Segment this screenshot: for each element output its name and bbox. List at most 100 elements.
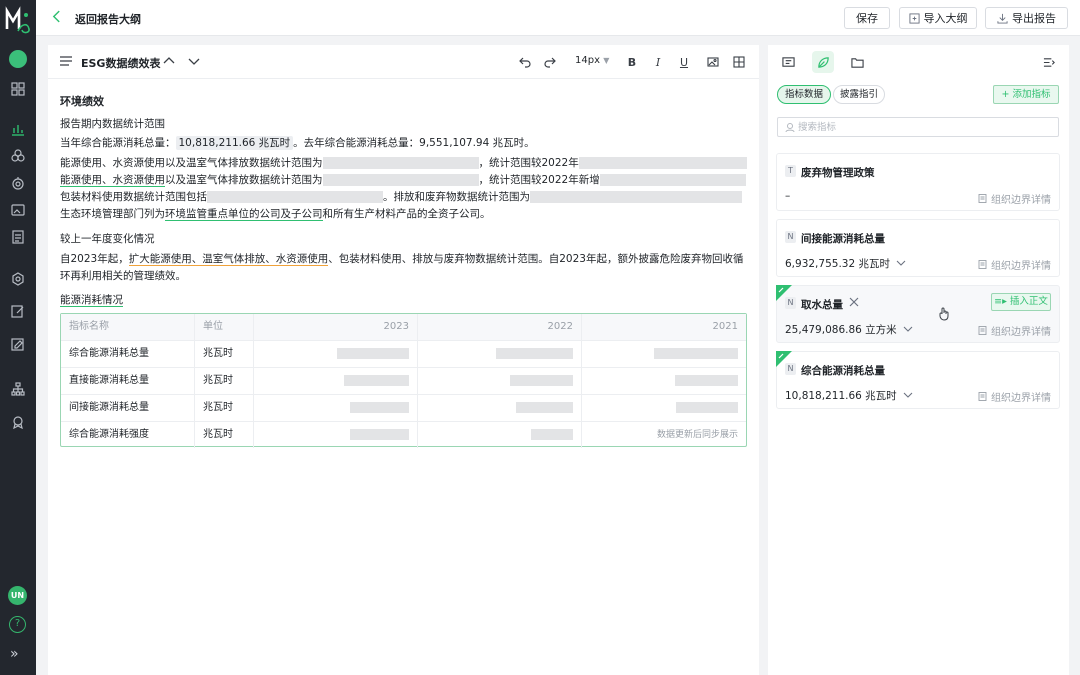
home-icon[interactable] (9, 50, 27, 68)
font-size-select[interactable]: 14px ▼ (575, 55, 609, 66)
scope-line-3-b: 。排放和废弃物数据统计范围为 (383, 191, 530, 203)
cursor-icon (939, 307, 949, 321)
chevron-up-icon[interactable] (163, 55, 175, 67)
tree-icon[interactable] (9, 380, 27, 398)
table-row[interactable]: 综合能源消耗强度 兆瓦时 数据更新后同步展示 (61, 421, 746, 448)
doc-small-icon (978, 194, 987, 203)
help-icon[interactable]: ? (9, 616, 26, 633)
add-metric-button[interactable]: + 添加指标 (993, 85, 1059, 104)
scope-line-2-b: 以及温室气体排放数据统计范围为 (165, 174, 323, 186)
menu-icon[interactable] (60, 56, 72, 66)
metric-card[interactable]: N 取水总量 ≡▸ 插入正文 25,479,086.86 立方米 组织边界详情 (776, 285, 1060, 343)
metric-value-select[interactable]: 25,479,086.86 立方米 (785, 322, 913, 337)
table-row[interactable]: 直接能源消耗总量 兆瓦时 (61, 367, 746, 394)
redacted-block (510, 374, 573, 386)
close-icon[interactable] (847, 295, 861, 309)
back-to-outline-link[interactable]: 返回报告大纲 (75, 11, 141, 27)
users-icon[interactable] (9, 147, 27, 165)
save-button[interactable]: 保存 (844, 7, 890, 29)
scope-heading: 报告期内数据统计范围 (60, 118, 165, 130)
org-boundary-link[interactable]: 组织边界详情 (978, 389, 1051, 404)
image-icon[interactable] (9, 201, 27, 219)
underline-button[interactable]: U (677, 55, 691, 69)
pending-sync-note: 数据更新后同步展示 (656, 430, 738, 440)
metric-value-select[interactable]: 10,818,211.66 兆瓦时 (785, 388, 913, 403)
metric-value-select[interactable]: 6,932,755.32 兆瓦时 (785, 256, 906, 271)
table-header-row: 指标名称 单位 2023 2022 2021 (61, 314, 746, 341)
energy-table[interactable]: 指标名称 单位 2023 2022 2021 综合能源消耗总量 兆瓦时 直接能源… (60, 313, 747, 448)
redacted-block (578, 157, 747, 169)
table-row[interactable]: 间接能源消耗总量 兆瓦时 (61, 394, 746, 421)
cell-2023 (254, 422, 418, 448)
cell-2021 (582, 341, 746, 367)
top-bar: 返回报告大纲 保存 导入大纲 导出报告 (36, 0, 1080, 36)
bold-button[interactable]: B (625, 55, 639, 69)
org-boundary-link[interactable]: 组织边界详情 (978, 191, 1051, 206)
chevron-down-icon (903, 326, 913, 332)
metric-card[interactable]: N 间接能源消耗总量 6,932,755.32 兆瓦时 组织边界详情 (776, 219, 1060, 277)
redacted-block (675, 374, 738, 386)
badge-icon[interactable] (9, 413, 27, 431)
leaf-icon[interactable] (812, 51, 834, 73)
redacted-block (350, 401, 409, 413)
tab-metric-data[interactable]: 指标数据 (777, 85, 831, 104)
folder-icon[interactable] (846, 51, 868, 73)
change-line-1-c: 、包装材料使用、排放与废弃物数据统计范围。自2023年起，额外披露危险废弃物回收… (328, 253, 744, 265)
col-header-name: 指标名称 (61, 314, 195, 340)
search-input[interactable] (798, 120, 1048, 134)
caret-down-icon: ▼ (603, 56, 610, 65)
undo-icon[interactable] (518, 55, 532, 69)
cell-2021 (582, 395, 746, 421)
scope-line-3: 包装材料使用数据统计范围包括 。排放和废弃物数据统计范围为 (60, 189, 742, 204)
import-outline-button[interactable]: 导入大纲 (899, 7, 977, 29)
back-arrow-icon[interactable] (52, 10, 61, 26)
row-name: 间接能源消耗总量 (61, 395, 195, 421)
collapse-panel-icon[interactable] (1038, 51, 1060, 73)
font-size-value: 14px (575, 55, 600, 66)
scope-line-1-a: 能源使用、水资源使用以及温室气体排放数据统计范围为 (60, 157, 323, 169)
metric-value: 10,818,211.66 兆瓦时 (785, 390, 897, 402)
table-insert-icon[interactable] (732, 55, 746, 69)
change-line-2: 环再利用相关的管理绩效。 (60, 270, 186, 282)
metric-card[interactable]: T 废弃物管理政策 – 组织边界详情 (776, 153, 1060, 211)
scope-line-1-b: ，统计范围较2022年 (478, 157, 579, 169)
edit-icon[interactable] (9, 302, 27, 320)
note-icon[interactable] (9, 335, 27, 353)
insert-into-body-button[interactable]: ≡▸ 插入正文 (991, 293, 1051, 311)
italic-button[interactable]: I (651, 55, 665, 69)
redacted-block (350, 428, 409, 440)
export-report-button[interactable]: 导出报告 (985, 7, 1068, 29)
org-boundary-link[interactable]: 组织边界详情 (978, 257, 1051, 272)
row-unit: 兆瓦时 (195, 395, 254, 421)
metric-type-badge: N (785, 231, 796, 243)
metric-card[interactable]: N 综合能源消耗总量 10,818,211.66 兆瓦时 组织边界详情 (776, 351, 1060, 409)
comment-icon[interactable] (777, 51, 799, 73)
expand-rail-icon[interactable]: » (10, 647, 19, 661)
metric-name: 取水总量 (801, 299, 843, 311)
row-unit: 兆瓦时 (195, 422, 254, 448)
metric-value: 25,479,086.86 立方米 (785, 324, 897, 336)
scope-line-4-c: 和所有生产材料产品的全资子公司。 (322, 208, 491, 220)
image-insert-icon[interactable] (706, 55, 720, 69)
settings-icon[interactable] (9, 270, 27, 288)
grid-icon[interactable] (9, 80, 27, 98)
chevron-down-icon[interactable] (188, 55, 200, 67)
org-boundary-link[interactable]: 组织边界详情 (978, 323, 1051, 338)
chart-icon[interactable] (9, 120, 27, 138)
col-header-2023: 2023 (254, 314, 418, 340)
cell-2023 (254, 341, 418, 367)
redacted-block (322, 157, 479, 169)
redacted-block (676, 401, 738, 413)
redo-icon[interactable] (543, 55, 557, 69)
doc-icon[interactable] (9, 228, 27, 246)
scope-line-3-a: 包装材料使用数据统计范围包括 (60, 191, 207, 203)
metric-name: 废弃物管理政策 (801, 167, 875, 179)
metric-name: 间接能源消耗总量 (801, 233, 885, 245)
inserted-metric-value[interactable]: 10,818,211.66 兆瓦时 (175, 136, 294, 150)
target-icon[interactable] (9, 174, 27, 192)
user-avatar[interactable]: UN (8, 586, 27, 605)
tab-disclosure-guide[interactable]: 披露指引 (833, 85, 885, 104)
table-row[interactable]: 综合能源消耗总量 兆瓦时 (61, 340, 746, 367)
row-unit: 兆瓦时 (195, 368, 254, 394)
redacted-block (531, 428, 573, 440)
